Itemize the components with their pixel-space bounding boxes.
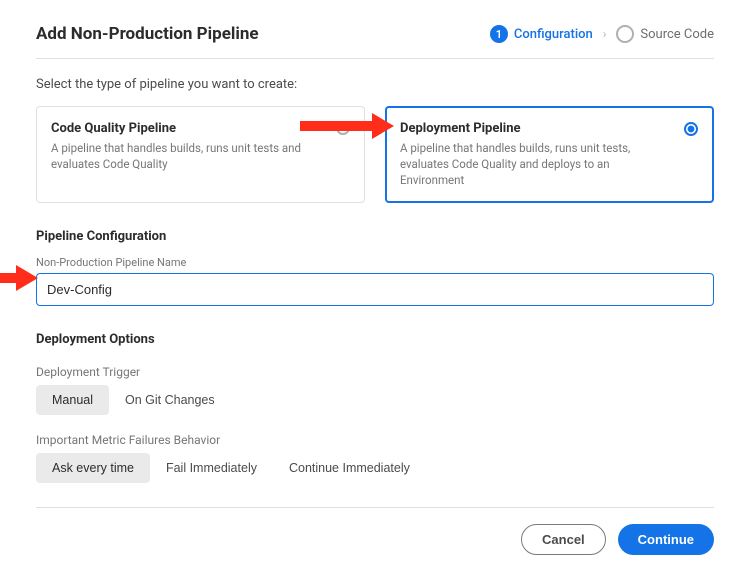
step-number-icon: 1: [490, 25, 508, 43]
trigger-manual-button[interactable]: Manual: [36, 385, 109, 415]
metric-failures-behavior-group: Ask every time Fail Immediately Continue…: [36, 453, 714, 483]
trigger-on-git-changes-button[interactable]: On Git Changes: [109, 385, 231, 415]
pipeline-name-input[interactable]: [36, 273, 714, 306]
stepper: 1 Configuration › Source Code: [490, 25, 714, 43]
behavior-fail-immediately-button[interactable]: Fail Immediately: [150, 453, 273, 483]
card-title: Deployment Pipeline: [400, 121, 673, 136]
deployment-options-heading: Deployment Options: [36, 332, 714, 347]
chevron-right-icon: ›: [603, 27, 607, 41]
stepper-step-configuration[interactable]: 1 Configuration: [490, 25, 593, 43]
cancel-button[interactable]: Cancel: [521, 524, 606, 555]
continue-button[interactable]: Continue: [618, 524, 714, 555]
metric-failures-behavior-label: Important Metric Failures Behavior: [36, 433, 714, 447]
radio-checked-icon[interactable]: [684, 122, 698, 136]
pipeline-configuration-heading: Pipeline Configuration: [36, 229, 714, 244]
pipeline-type-prompt: Select the type of pipeline you want to …: [36, 77, 714, 92]
deployment-trigger-group: Manual On Git Changes: [36, 385, 714, 415]
deployment-trigger-label: Deployment Trigger: [36, 365, 714, 379]
radio-icon[interactable]: [336, 121, 350, 135]
behavior-continue-immediately-button[interactable]: Continue Immediately: [273, 453, 426, 483]
step-circle-icon: [616, 25, 634, 43]
card-title: Code Quality Pipeline: [51, 121, 324, 136]
card-code-quality-pipeline[interactable]: Code Quality Pipeline A pipeline that ha…: [36, 106, 365, 203]
card-description: A pipeline that handles builds, runs uni…: [400, 140, 673, 188]
card-deployment-pipeline[interactable]: Deployment Pipeline A pipeline that hand…: [385, 106, 714, 203]
behavior-ask-every-time-button[interactable]: Ask every time: [36, 453, 150, 483]
stepper-step-source-code[interactable]: Source Code: [616, 25, 714, 43]
pipeline-name-label: Non-Production Pipeline Name: [36, 256, 714, 269]
step-label: Source Code: [640, 27, 714, 42]
page-title: Add Non-Production Pipeline: [36, 24, 259, 44]
step-label: Configuration: [514, 27, 593, 42]
card-description: A pipeline that handles builds, runs uni…: [51, 140, 324, 172]
annotation-arrow-icon: [0, 265, 38, 291]
